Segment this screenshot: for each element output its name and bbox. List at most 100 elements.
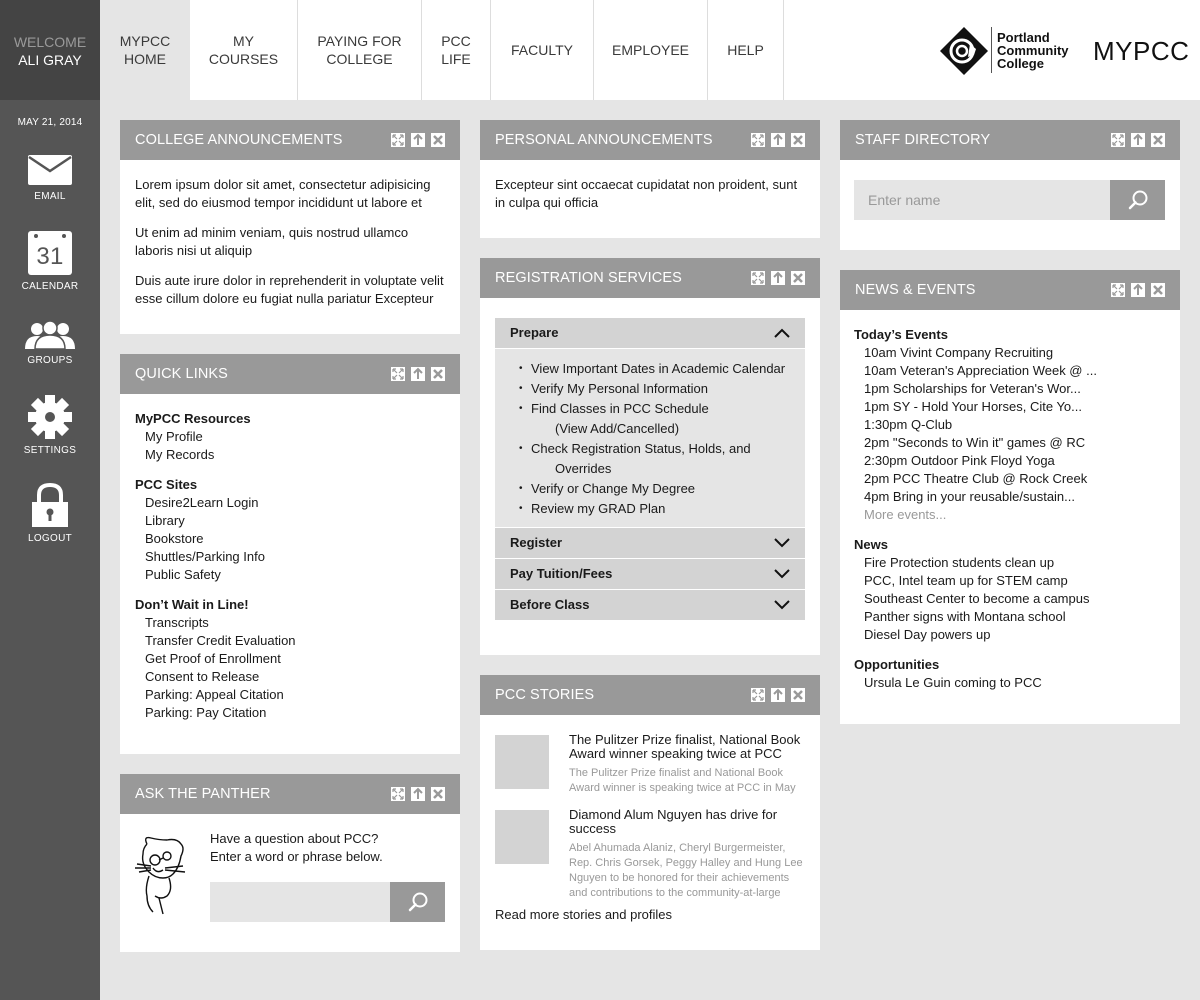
tab-label: PCC — [441, 33, 471, 49]
quick-link[interactable]: Public Safety — [135, 566, 445, 584]
story-title[interactable]: The Pulitzer Prize finalist, National Bo… — [569, 733, 809, 761]
registration-link[interactable]: Review my GRAD Plan — [519, 499, 795, 519]
panel-body: Excepteur sint occaecat cupidatat non pr… — [480, 160, 820, 239]
registration-link[interactable]: Verify My Personal Information — [519, 379, 795, 399]
tab-faculty[interactable]: FACULTY — [491, 0, 594, 100]
close-icon[interactable] — [431, 133, 445, 147]
close-icon[interactable] — [1151, 133, 1165, 147]
sidebar-item-calendar[interactable]: 31 CALENDAR — [0, 231, 100, 292]
close-icon[interactable] — [431, 787, 445, 801]
news-link[interactable]: Southeast Center to become a campus — [854, 590, 1166, 608]
expand-icon[interactable] — [391, 787, 405, 801]
staff-name-input[interactable] — [854, 180, 1110, 220]
close-icon[interactable] — [791, 688, 805, 702]
quick-link[interactable]: Get Proof of Enrollment — [135, 650, 445, 668]
expand-icon[interactable] — [391, 133, 405, 147]
news-link[interactable]: PCC, Intel team up for STEM camp — [854, 572, 1166, 590]
tab-label: HELP — [727, 42, 764, 58]
quick-link[interactable]: Consent to Release — [135, 668, 445, 686]
quick-link[interactable]: Transcripts — [135, 614, 445, 632]
panel-registration-services: REGISTRATION SERVICES Prepare View Impor… — [480, 258, 820, 655]
move-up-icon[interactable] — [411, 787, 425, 801]
tab-mypcc-home[interactable]: MYPCC HOME — [100, 0, 190, 100]
quick-link[interactable]: Shuttles/Parking Info — [135, 548, 445, 566]
event-link[interactable]: 10am Veteran's Appreciation Week @ ... — [854, 362, 1166, 380]
event-link[interactable]: 1:30pm Q-Club — [854, 416, 1166, 434]
more-events-link[interactable]: More events... — [854, 506, 1166, 524]
accordion-pay-tuition-header[interactable]: Pay Tuition/Fees — [495, 559, 805, 589]
event-link[interactable]: 2:30pm Outdoor Pink Floyd Yoga — [854, 452, 1166, 470]
story-thumbnail[interactable] — [495, 810, 549, 864]
staff-search-button[interactable] — [1110, 180, 1165, 220]
registration-link[interactable]: Find Classes in PCC Schedule (View Add/Ca… — [519, 399, 795, 439]
quick-link[interactable]: Bookstore — [135, 530, 445, 548]
panther-prompt: Have a question about PCC? Enter a word … — [210, 830, 383, 866]
tab-help[interactable]: HELP — [708, 0, 784, 100]
move-up-icon[interactable] — [771, 688, 785, 702]
sidebar-item-email[interactable]: EMAIL — [0, 155, 100, 202]
move-up-icon[interactable] — [411, 133, 425, 147]
expand-icon[interactable] — [1111, 133, 1125, 147]
event-link[interactable]: 4pm Bring in your reusable/sustain... — [854, 488, 1166, 506]
quick-link[interactable]: Parking: Pay Citation — [135, 704, 445, 722]
story-thumbnail[interactable] — [495, 735, 549, 789]
sidebar-item-groups[interactable]: GROUPS — [0, 321, 100, 366]
close-icon[interactable] — [1151, 283, 1165, 297]
quick-link[interactable]: Parking: Appeal Citation — [135, 686, 445, 704]
panel-header: NEWS & EVENTS — [840, 270, 1180, 310]
expand-icon[interactable] — [751, 271, 765, 285]
registration-link[interactable]: Verify or Change My Degree — [519, 479, 795, 499]
close-icon[interactable] — [431, 367, 445, 381]
announcement-text: Ut enim ad minim veniam, quis nostrud ul… — [135, 225, 409, 258]
quick-link[interactable]: Library — [135, 512, 445, 530]
panel-staff-directory: STAFF DIRECTORY — [840, 120, 1180, 250]
welcome-label: WELCOME — [13, 34, 87, 50]
registration-accordion: Prepare View Important Dates in Academic… — [495, 318, 805, 620]
close-icon[interactable] — [791, 133, 805, 147]
panel-title: QUICK LINKS — [135, 366, 228, 382]
expand-icon[interactable] — [751, 688, 765, 702]
tab-my-courses[interactable]: MY COURSES — [190, 0, 298, 100]
accordion-label: Register — [510, 535, 563, 550]
accordion-prepare-header[interactable]: Prepare — [495, 318, 805, 348]
move-up-icon[interactable] — [771, 133, 785, 147]
tab-pcc-life[interactable]: PCC LIFE — [422, 0, 491, 100]
news-link[interactable]: Diesel Day powers up — [854, 626, 1166, 644]
panther-search-button[interactable] — [390, 882, 445, 922]
move-up-icon[interactable] — [1131, 133, 1145, 147]
expand-icon[interactable] — [751, 133, 765, 147]
story-title[interactable]: Diamond Alum Nguyen has drive for succes… — [569, 808, 809, 836]
quick-link[interactable]: My Records — [135, 446, 445, 464]
sidebar-item-settings[interactable]: SETTINGS — [0, 395, 100, 456]
registration-link[interactable]: View Important Dates in Academic Calenda… — [519, 359, 795, 379]
panel-title: ASK THE PANTHER — [135, 786, 271, 802]
move-up-icon[interactable] — [411, 367, 425, 381]
accordion-register-header[interactable]: Register — [495, 528, 805, 558]
panel-title: PCC STORIES — [495, 687, 595, 703]
event-link[interactable]: 2pm PCC Theatre Club @ Rock Creek — [854, 470, 1166, 488]
quick-link[interactable]: My Profile — [135, 428, 445, 446]
news-link[interactable]: Fire Protection students clean up — [854, 554, 1166, 572]
event-link[interactable]: 1pm Scholarships for Veteran's Wor... — [854, 380, 1166, 398]
events-group: Today’s Events 10am Vivint Company Recru… — [854, 326, 1166, 524]
event-link[interactable]: 1pm SY - Hold Your Horses, Cite Yo... — [854, 398, 1166, 416]
event-link[interactable]: 2pm "Seconds to Win it" games @ RC — [854, 434, 1166, 452]
registration-link[interactable]: Check Registration Status, Holds, and Ove… — [519, 439, 795, 479]
move-up-icon[interactable] — [771, 271, 785, 285]
tab-paying-for-college[interactable]: PAYING FOR COLLEGE — [298, 0, 422, 100]
move-up-icon[interactable] — [1131, 283, 1145, 297]
search-icon — [1128, 190, 1147, 210]
news-link[interactable]: Panther signs with Montana school — [854, 608, 1166, 626]
expand-icon[interactable] — [1111, 283, 1125, 297]
tab-employee[interactable]: EMPLOYEE — [594, 0, 708, 100]
event-link[interactable]: 10am Vivint Company Recruiting — [854, 344, 1166, 362]
quick-link[interactable]: Transfer Credit Evaluation — [135, 632, 445, 650]
expand-icon[interactable] — [391, 367, 405, 381]
close-icon[interactable] — [791, 271, 805, 285]
panther-search-input[interactable] — [210, 882, 390, 922]
opportunity-link[interactable]: Ursula Le Guin coming to PCC — [854, 674, 1166, 692]
read-more-stories-link[interactable]: Read more stories and profiles — [495, 907, 672, 922]
accordion-before-class-header[interactable]: Before Class — [495, 590, 805, 620]
quick-link[interactable]: Desire2Learn Login — [135, 494, 445, 512]
sidebar-item-logout[interactable]: LOGOUT — [0, 483, 100, 544]
